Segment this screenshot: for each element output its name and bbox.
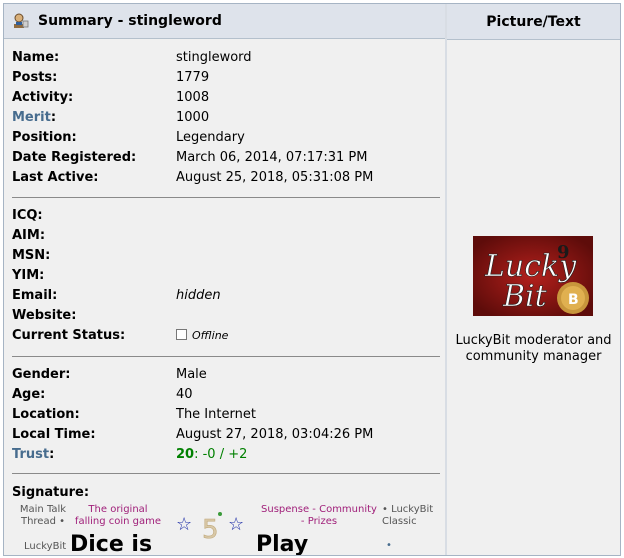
position-value: Legendary <box>176 130 245 145</box>
summary-header: Summary - stingleword <box>4 4 445 39</box>
picture-header-label: Picture/Text <box>486 13 581 30</box>
luckybit-logo: B 9 Lucky Bit <box>473 236 593 316</box>
trust-link[interactable]: Trust <box>12 447 49 462</box>
signature-label: Signature: <box>12 485 90 500</box>
logo-word-bit: Bit <box>502 279 548 314</box>
row-website: Website: <box>12 306 442 326</box>
yim-label: YIM: <box>12 268 45 283</box>
merit-colon: : <box>50 110 57 125</box>
divider <box>12 356 440 357</box>
name-value: stingleword <box>176 50 252 65</box>
row-posts: Posts: 1779 <box>12 68 442 88</box>
page-title: Summary - stingleword <box>38 13 222 29</box>
main-talk-thread-link[interactable]: Main Talk Thread • <box>16 504 70 528</box>
email-value: hidden <box>176 288 221 303</box>
row-icq: ICQ: <box>12 206 442 226</box>
trust-label: Trust: <box>12 445 54 465</box>
aim-label: AIM: <box>12 228 46 243</box>
row-yim: YIM: <box>12 266 442 286</box>
row-name: Name: stingleword <box>12 48 442 68</box>
picture-column: B 9 Lucky Bit LuckyBit moderator and com… <box>447 40 620 555</box>
date-registered-value: March 06, 2014, 07:17:31 PM <box>176 150 368 165</box>
row-merit: Merit: 1000 <box>12 108 442 128</box>
location-label: Location: <box>12 407 80 422</box>
website-label: Website: <box>12 308 77 323</box>
activity-value: 1008 <box>176 90 210 105</box>
last-active-value: August 25, 2018, 05:31:08 PM <box>176 170 374 185</box>
gender-value: Male <box>176 367 207 382</box>
status-value: Offline <box>176 326 228 346</box>
date-registered-label: Date Registered: <box>12 150 137 165</box>
svg-text:5: 5 <box>202 515 219 545</box>
suspense-community-prizes-link[interactable]: Suspense - Community - Prizes <box>258 504 380 528</box>
last-active-label: Last Active: <box>12 170 99 185</box>
posts-label: Posts: <box>12 70 58 85</box>
status-text: Offline <box>192 329 229 342</box>
bullet: • <box>386 540 392 551</box>
local-time-label: Local Time: <box>12 427 96 442</box>
row-msn: MSN: <box>12 246 442 266</box>
play-banner-text[interactable]: Play <box>256 532 308 555</box>
slot-machine-icon: 5 <box>198 508 228 552</box>
gender-label: Gender: <box>12 367 71 382</box>
row-current-status: Current Status: Offline <box>12 326 442 346</box>
picture-caption: LuckyBit moderator and community manager <box>455 333 612 364</box>
trust-value: 20: -0 / +2 <box>176 445 247 465</box>
row-activity: Activity: 1008 <box>12 88 442 108</box>
dice-banner-text[interactable]: Dice is <box>70 532 152 555</box>
merit-value: 1000 <box>176 110 210 125</box>
name-label: Name: <box>12 50 60 65</box>
posts-value: 1779 <box>176 70 210 85</box>
luckybit-classic-link[interactable]: • LuckyBit Classic <box>382 504 440 528</box>
local-time-value: August 27, 2018, 03:04:26 PM <box>176 427 374 442</box>
location-value: The Internet <box>176 407 256 422</box>
star-icon: ☆ <box>228 514 245 535</box>
row-trust: Trust: 20: -0 / +2 <box>12 445 442 465</box>
row-gender: Gender: Male <box>12 365 442 385</box>
svg-text:B: B <box>568 292 579 308</box>
age-label: Age: <box>12 387 46 402</box>
age-value: 40 <box>176 387 193 402</box>
divider <box>12 473 440 474</box>
star-icon: ☆ <box>176 514 193 535</box>
profile-panel: Summary - stingleword Picture/Text Name:… <box>3 3 621 556</box>
user-icon <box>12 12 30 30</box>
luckybit-partial-link[interactable]: LuckyBit <box>24 541 66 553</box>
merit-link[interactable]: Merit <box>12 110 51 125</box>
icq-label: ICQ: <box>12 208 43 223</box>
row-location: Location: The Internet <box>12 405 442 425</box>
offline-status-icon <box>176 329 187 340</box>
current-status-label: Current Status: <box>12 328 126 343</box>
trust-feedback: : -0 / +2 <box>194 447 248 462</box>
trust-score: 20 <box>176 447 195 462</box>
divider <box>12 197 440 198</box>
picture-header: Picture/Text <box>447 4 620 40</box>
row-date-registered: Date Registered: March 06, 2014, 07:17:3… <box>12 148 442 168</box>
activity-label: Activity: <box>12 90 74 105</box>
merit-label: Merit: <box>12 108 56 128</box>
row-email: Email: hidden <box>12 286 442 306</box>
signature-block: Main Talk Thread • The original falling … <box>12 504 442 555</box>
row-position: Position: Legendary <box>12 128 442 148</box>
row-age: Age: 40 <box>12 385 442 405</box>
row-signature: Signature: <box>12 483 442 503</box>
trust-colon: : <box>49 447 55 462</box>
row-aim: AIM: <box>12 226 442 246</box>
row-last-active: Last Active: August 25, 2018, 05:31:08 P… <box>12 168 442 188</box>
msn-label: MSN: <box>12 248 51 263</box>
falling-coin-game-link[interactable]: The original falling coin game <box>72 504 164 528</box>
email-label: Email: <box>12 288 58 303</box>
position-label: Position: <box>12 130 77 145</box>
row-local-time: Local Time: August 27, 2018, 03:04:26 PM <box>12 425 442 445</box>
